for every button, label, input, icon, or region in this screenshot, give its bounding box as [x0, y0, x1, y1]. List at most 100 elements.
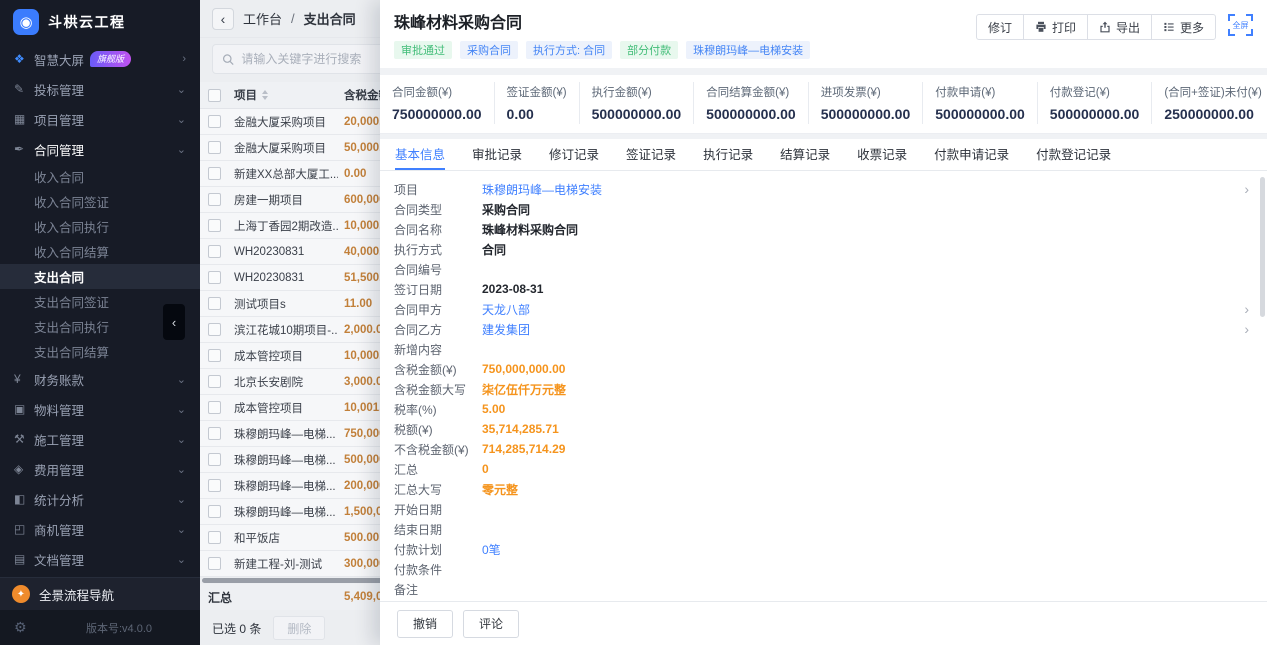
field-row: 合同名称 珠峰材料采购合同 ›	[394, 219, 1253, 239]
premium-badge: 旗舰版	[90, 51, 131, 67]
sidebar-item[interactable]: ▦ 项目管理 ⌄	[0, 104, 200, 134]
sidebar-item[interactable]: 收入合同执行	[0, 214, 200, 239]
row-checkbox[interactable]	[208, 531, 221, 544]
tab[interactable]: 审批记录	[472, 139, 522, 170]
sidebar-item[interactable]: 收入合同结算	[0, 239, 200, 264]
sidebar-item-label: 项目管理	[34, 110, 84, 129]
field-value[interactable]: 建发集团	[482, 321, 530, 338]
sidebar-item[interactable]: 支出合同结算	[0, 339, 200, 364]
field-row: 合同甲方 天龙八部 ›	[394, 299, 1253, 319]
comment-button[interactable]: 评论	[463, 610, 519, 638]
select-all-checkbox[interactable]	[208, 89, 221, 102]
sidebar-item[interactable]: ✎ 投标管理 ⌄	[0, 74, 200, 104]
sidebar-item[interactable]: ✒ 合同管理 ⌄	[0, 134, 200, 164]
field-label: 项目	[394, 181, 482, 198]
sidebar-collapse-handle[interactable]: ‹	[163, 304, 185, 340]
chevron-icon: ⌄	[177, 373, 186, 386]
sidebar-item[interactable]: ◰ 商机管理 ⌄	[0, 514, 200, 544]
tab[interactable]: 执行记录	[703, 139, 753, 170]
tab[interactable]: 基本信息	[395, 139, 445, 170]
sidebar-item-label: 物料管理	[34, 400, 84, 419]
summary-card: 合同结算金额(¥) 500000000.00	[693, 82, 808, 124]
sidebar-item[interactable]: ▣ 物料管理 ⌄	[0, 394, 200, 424]
field-label: 合同甲方	[394, 301, 482, 318]
row-checkbox[interactable]	[208, 505, 221, 518]
chevron-icon: ⌄	[177, 143, 186, 156]
summary-card-label: 合同金额(¥)	[392, 84, 482, 100]
field-value[interactable]: 珠穆朗玛峰—电梯安装	[482, 181, 602, 198]
breadcrumb-separator: /	[291, 11, 295, 26]
sidebar-item[interactable]: 支出合同	[0, 264, 200, 289]
summary-card: 签证金额(¥) 0.00	[494, 82, 579, 124]
sidebar-item[interactable]: ⚒ 施工管理 ⌄	[0, 424, 200, 454]
row-checkbox[interactable]	[208, 479, 221, 492]
sort-icon[interactable]	[262, 90, 268, 100]
tab[interactable]: 修订记录	[549, 139, 599, 170]
row-project-name: WH20230831	[234, 246, 338, 258]
summary-label: 汇总	[208, 589, 338, 606]
row-checkbox[interactable]	[208, 375, 221, 388]
row-checkbox[interactable]	[208, 401, 221, 414]
field-row: 不含税金额(¥) 714,285,714.29 ›	[394, 439, 1253, 459]
field-row: 汇总 0 ›	[394, 459, 1253, 479]
field-row: 签订日期 2023-08-31 ›	[394, 279, 1253, 299]
column-header-project[interactable]: 项目	[234, 87, 338, 103]
field-value[interactable]: 0笔	[482, 541, 501, 558]
row-checkbox[interactable]	[208, 453, 221, 466]
row-checkbox[interactable]	[208, 297, 221, 310]
export-button[interactable]: 导出	[1087, 14, 1152, 40]
gear-icon[interactable]: ⚙	[14, 619, 27, 636]
row-checkbox[interactable]	[208, 427, 221, 440]
row-checkbox[interactable]	[208, 115, 221, 128]
tab[interactable]: 付款登记记录	[1036, 139, 1111, 170]
tab[interactable]: 付款申请记录	[934, 139, 1009, 170]
sidebar-item[interactable]: ▤ 文档管理 ⌄	[0, 544, 200, 574]
breadcrumb-section[interactable]: 工作台	[243, 9, 282, 28]
sidebar-item-label: 合同管理	[34, 140, 84, 159]
field-value[interactable]: 天龙八部	[482, 301, 530, 318]
sidebar-item[interactable]: ◧ 统计分析 ⌄	[0, 484, 200, 514]
tab[interactable]: 签证记录	[626, 139, 676, 170]
row-checkbox[interactable]	[208, 245, 221, 258]
row-checkbox[interactable]	[208, 193, 221, 206]
row-checkbox[interactable]	[208, 271, 221, 284]
revise-button[interactable]: 修订	[976, 14, 1024, 40]
vertical-scrollbar[interactable]	[1260, 177, 1265, 317]
field-value: 柒亿伍仟万元整	[482, 381, 566, 398]
row-checkbox[interactable]	[208, 167, 221, 180]
row-checkbox[interactable]	[208, 557, 221, 570]
selected-count: 已选 0 条	[212, 620, 261, 637]
row-checkbox[interactable]	[208, 219, 221, 232]
sidebar-item[interactable]: ❖ 智慧大屏 旗舰版 ›	[0, 44, 200, 74]
field-row: 付款条件 ›	[394, 559, 1253, 579]
print-button[interactable]: 打印	[1023, 14, 1088, 40]
summary-card-value: 500000000.00	[1050, 106, 1140, 122]
app-logo-icon: ◉	[13, 9, 39, 35]
row-project-name: WH20230831	[234, 272, 338, 284]
sidebar-item[interactable]: ◈ 费用管理 ⌄	[0, 454, 200, 484]
back-button[interactable]: ‹	[212, 8, 234, 30]
sidebar-item[interactable]: 收入合同	[0, 164, 200, 189]
row-checkbox[interactable]	[208, 349, 221, 362]
row-checkbox[interactable]	[208, 323, 221, 336]
tab-bar: 基本信息审批记录修订记录签证记录执行记录结算记录收票记录付款申请记录付款登记记录	[380, 139, 1267, 171]
sidebar-item-label: 收入合同	[34, 167, 84, 186]
menu-icon: ◧	[14, 492, 34, 506]
sidebar-item[interactable]: ¥ 财务账款 ⌄	[0, 364, 200, 394]
tab[interactable]: 收票记录	[857, 139, 907, 170]
more-button[interactable]: 更多	[1151, 14, 1216, 40]
delete-button[interactable]: 删除	[273, 616, 325, 640]
row-checkbox[interactable]	[208, 141, 221, 154]
field-label: 不含税金额(¥)	[394, 441, 482, 458]
basic-info-content: 项目 珠穆朗玛峰—电梯安装 › 合同类型 采购合同 › 合同名称 珠峰材料采购合…	[380, 171, 1267, 601]
search-icon	[222, 53, 234, 66]
summary-card-value: 500000000.00	[935, 106, 1025, 122]
page-title: 珠峰材料采购合同	[394, 9, 810, 33]
sidebar-item-panorama-nav[interactable]: ✦ 全景流程导航	[0, 577, 200, 610]
chevron-icon: ⌄	[177, 553, 186, 566]
fullscreen-button[interactable]: 全屏	[1228, 14, 1253, 36]
row-project-name: 测试项目s	[234, 296, 338, 312]
sidebar-item[interactable]: 收入合同签证	[0, 189, 200, 214]
undo-button[interactable]: 撤销	[397, 610, 453, 638]
tab[interactable]: 结算记录	[780, 139, 830, 170]
